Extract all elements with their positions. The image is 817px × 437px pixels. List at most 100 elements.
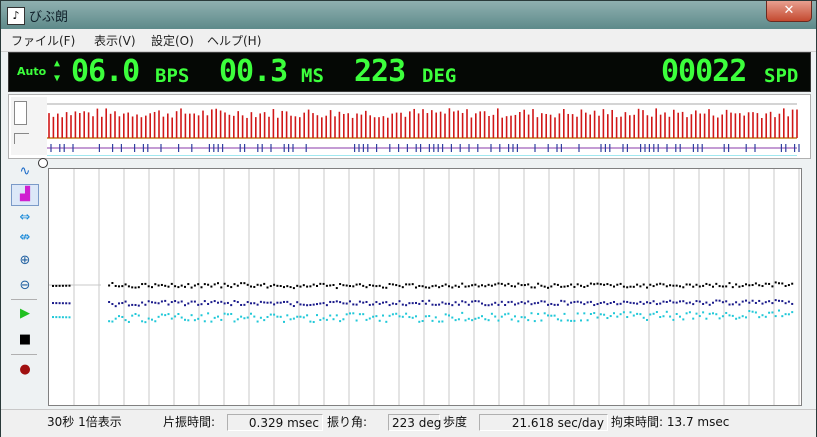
data-point [655,303,658,306]
data-point [731,314,734,317]
data-point [250,285,252,288]
data-point [319,302,322,305]
timeline-level-box[interactable] [14,101,27,125]
data-point [547,314,549,317]
data-point [560,299,563,302]
data-point [332,301,335,304]
data-point [108,301,111,304]
data-point [279,301,282,304]
data-point [629,301,632,304]
zoom-in-tool[interactable]: ⊕ [11,250,39,272]
data-point [289,303,292,306]
data-point [306,314,309,317]
data-point [226,284,229,287]
data-point [639,285,642,288]
data-point [556,303,559,306]
shrink-arrows-icon: ⇎ [19,230,31,245]
data-point [273,303,276,306]
plot-origin-marker[interactable] [38,158,48,168]
data-point [134,313,137,316]
data-point [464,319,467,322]
shrink-horizontal-tool[interactable]: ⇎ [11,227,39,249]
data-point [626,316,629,319]
data-point [629,311,632,314]
data-point [774,315,777,318]
beat-scatter-plot[interactable] [48,168,802,406]
histogram-tool[interactable]: ▟ [11,184,39,206]
bps-spinner[interactable]: ▲ ▼ [54,56,60,86]
data-point [659,302,662,305]
data-point [322,282,325,285]
data-point [276,315,279,318]
data-point [609,302,612,305]
data-point [467,303,470,306]
data-point [599,301,602,304]
data-point [335,300,338,303]
data-point [599,313,602,316]
waveform-timeline[interactable] [8,94,811,159]
data-point [530,312,533,315]
data-point [368,317,371,320]
data-point [401,303,404,306]
data-point [299,315,302,318]
expand-horizontal-tool[interactable]: ⇔ [11,207,39,229]
data-point [457,285,460,288]
data-point [193,284,196,287]
data-point [121,315,124,318]
waveform-tool[interactable]: ∿ [11,161,39,183]
data-point [570,283,573,286]
menu-settings[interactable]: 設定(O) [151,32,194,49]
data-point [114,305,117,308]
data-point [543,285,546,288]
data-point [329,314,332,317]
title-bar[interactable]: ♪ びぶ朗 ✕ [1,1,816,29]
data-point [141,283,144,286]
data-point [507,282,510,285]
data-point [226,313,229,316]
data-point [408,283,411,286]
data-point [583,286,586,289]
data-point [213,283,216,286]
data-point [679,315,681,318]
data-point [365,286,368,289]
zoom-out-tool[interactable]: ⊖ [11,275,39,297]
data-point [276,301,279,304]
data-point [441,284,444,287]
play-button[interactable]: ▶ [11,303,39,325]
data-point [322,317,325,320]
data-point [378,319,381,322]
data-point [778,299,780,302]
data-point [695,283,698,286]
close-button[interactable]: ✕ [766,1,812,22]
auto-mode-toggle[interactable]: Auto [17,65,46,78]
data-point [111,303,114,306]
data-point [134,286,137,289]
data-point [649,313,652,316]
data-point [266,286,269,289]
data-point [220,286,223,289]
data-point [583,303,586,306]
data-point [424,315,427,318]
data-point [652,285,655,288]
menu-help[interactable]: ヘルプ(H) [207,32,261,49]
data-point [566,303,569,306]
stop-button[interactable]: ■ [11,329,39,351]
data-point [65,302,68,305]
data-point [203,300,206,303]
record-button[interactable]: ● [11,359,39,381]
menu-view[interactable]: 表示(V) [94,32,136,49]
data-point [137,304,140,307]
data-point [391,302,394,305]
data-point [718,285,721,288]
data-point [652,312,655,315]
menu-file[interactable]: ファイル(F) [11,32,75,49]
data-point [688,301,691,304]
data-point [187,302,190,305]
data-point [352,303,355,306]
data-point [415,315,417,318]
data-point [339,283,342,286]
data-point [418,302,421,305]
data-point [517,302,520,305]
data-point [761,302,764,305]
data-point [510,285,513,288]
